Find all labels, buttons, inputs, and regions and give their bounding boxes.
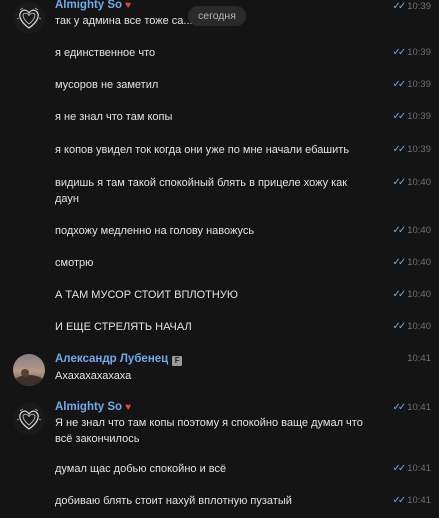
message-text: я единственное что [55,47,156,59]
heart-icon: ♥ [125,0,132,11]
double-check-icon: ✓✓ [392,1,406,12]
message-text: я копов увидел ток когда они уже по мне … [55,144,350,156]
avatar[interactable] [13,354,45,386]
photo-avatar-icon [13,354,45,386]
avatar[interactable] [13,2,45,34]
double-check-icon: ✓✓ [392,495,406,506]
double-check-icon: ✓✓ [392,79,406,90]
message-feed: Almighty So ♥ так у админа все тоже са...… [0,0,439,518]
message-time: ✓✓ 10:39 [392,111,431,122]
author-name[interactable]: Александр Лубенец F [55,353,183,366]
message-time: ✓✓ 10:41 [392,463,431,474]
double-check-icon: ✓✓ [392,225,406,236]
double-check-icon: ✓✓ [392,321,406,332]
double-check-icon: ✓✓ [392,111,406,122]
message-time: ✓✓ 10:40 [392,177,431,188]
message-text: И ЕЩЕ СТРЕЛЯТЬ НАЧАЛ [55,321,192,333]
message-text: Ахахахахахаха [55,370,132,382]
double-check-icon: ✓✓ [392,47,406,58]
message-time: 10:41 [407,353,431,364]
date-divider: сегодня [188,6,246,26]
heart-avatar-icon [13,2,45,34]
double-check-icon: ✓✓ [392,144,406,155]
message-time: ✓✓ 10:41 [392,402,431,413]
message-time: ✓✓ 10:40 [392,225,431,236]
message-text: мусоров не заметил [55,79,159,91]
message-text: видишь я там такой спокойный блять в при… [55,177,348,205]
flag-badge-icon: F [172,356,183,366]
author-name[interactable]: Almighty So ♥ [55,401,131,413]
double-check-icon: ✓✓ [392,257,406,268]
message-text: Я не знал что там копы поэтому я спокойн… [55,417,363,445]
message-time: ✓✓ 10:40 [392,321,431,332]
message-time: ✓✓ 10:39 [392,144,431,155]
heart-icon: ♥ [125,402,132,413]
message-time: ✓✓ 10:41 [392,495,431,506]
message-text: думал щас добью спокойно и всё [55,463,227,475]
message-time: ✓✓ 10:39 [392,1,431,12]
author-name[interactable]: Almighty So ♥ [55,0,131,11]
message-time: ✓✓ 10:40 [392,257,431,268]
message-text: подхожу медленно на голову навожусь [55,225,255,237]
double-check-icon: ✓✓ [392,402,406,413]
message-time: ✓✓ 10:39 [392,47,431,58]
double-check-icon: ✓✓ [392,177,406,188]
double-check-icon: ✓✓ [392,463,406,474]
heart-avatar-icon [13,403,45,435]
double-check-icon: ✓✓ [392,289,406,300]
message-text: смотрю [55,257,94,269]
message-text: добиваю блять стоит нахуй вплотную пузат… [55,495,292,507]
message-text: А ТАМ МУСОР СТОИТ ВПЛОТНУЮ [55,289,238,301]
message-text: я не знал что там копы [55,111,173,123]
message-time: ✓✓ 10:39 [392,79,431,90]
avatar[interactable] [13,403,45,435]
message-time: ✓✓ 10:40 [392,289,431,300]
